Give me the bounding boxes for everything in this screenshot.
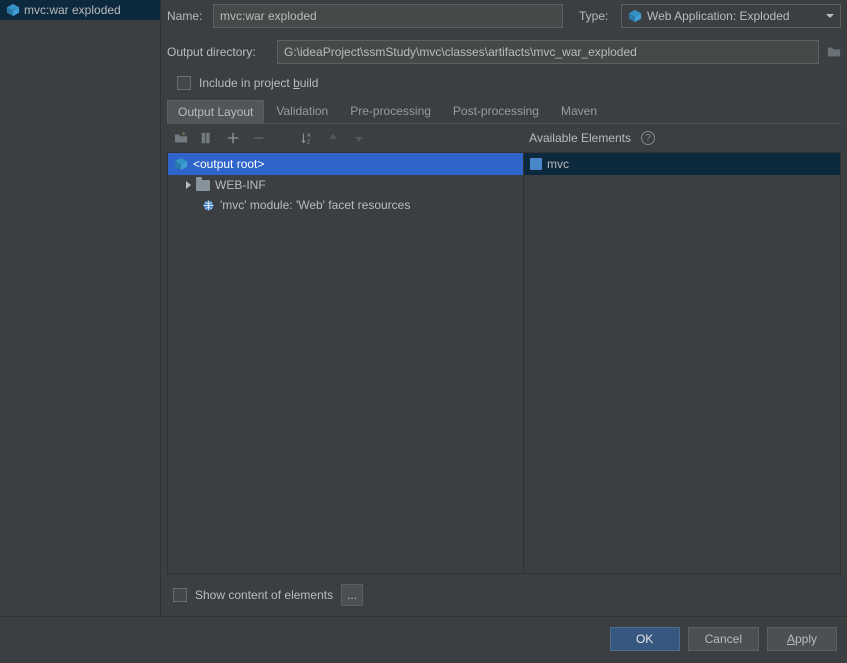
sort-icon[interactable]: AZ <box>299 130 315 146</box>
show-content-label: Show content of elements <box>195 588 333 602</box>
tab-maven[interactable]: Maven <box>551 100 607 123</box>
output-tree-pane[interactable]: <output root> WEB-INF 'mvc' module: 'Web… <box>168 153 524 573</box>
cancel-button[interactable]: Cancel <box>688 627 759 651</box>
web-facet-icon <box>202 199 215 212</box>
show-content-row: Show content of elements ... <box>167 574 841 616</box>
webapp-icon <box>628 9 642 23</box>
expand-icon[interactable] <box>186 181 191 189</box>
tab-validation[interactable]: Validation <box>266 100 338 123</box>
layout-toolbar: AZ Available Elements ? <box>167 124 841 152</box>
name-label: Name: <box>167 9 205 23</box>
tree-root-label: <output root> <box>193 157 264 171</box>
artifact-config-panel: Name: Type: Web Application: Exploded Ou… <box>161 0 847 616</box>
remove-icon[interactable] <box>251 130 267 146</box>
available-elements-label: Available Elements <box>529 131 631 145</box>
new-directory-icon[interactable] <box>199 130 215 146</box>
name-row: Name: Type: Web Application: Exploded <box>167 4 841 28</box>
svg-text:Z: Z <box>307 139 311 145</box>
tree-root[interactable]: <output root> <box>168 153 523 175</box>
layout-content: <output root> WEB-INF 'mvc' module: 'Web… <box>167 152 841 574</box>
artifact-label: mvc:war exploded <box>24 3 121 17</box>
dialog-button-bar: OK Cancel Apply <box>0 616 847 663</box>
move-down-icon[interactable] <box>351 130 367 146</box>
type-value: Web Application: Exploded <box>647 9 790 23</box>
chevron-down-icon <box>826 14 834 18</box>
module-icon <box>530 158 542 170</box>
avail-item-mvc[interactable]: mvc <box>524 153 840 175</box>
name-input[interactable] <box>213 4 563 28</box>
tab-post-processing[interactable]: Post-processing <box>443 100 549 123</box>
avail-mvc-label: mvc <box>547 157 569 171</box>
folder-icon <box>196 180 210 191</box>
show-content-configure-button[interactable]: ... <box>341 584 363 606</box>
outdir-input[interactable] <box>277 40 819 64</box>
outdir-row: Output directory: <box>167 40 841 64</box>
artifact-icon <box>6 3 20 17</box>
svg-text:A: A <box>307 133 311 139</box>
tab-pre-processing[interactable]: Pre-processing <box>340 100 441 123</box>
tree-web-facet-label: 'mvc' module: 'Web' facet resources <box>220 198 410 212</box>
tree-item-web-facet[interactable]: 'mvc' module: 'Web' facet resources <box>168 195 523 215</box>
tab-output-layout[interactable]: Output Layout <box>167 100 264 123</box>
include-build-checkbox[interactable] <box>177 76 191 90</box>
include-build-label: Include in project build <box>199 76 318 90</box>
tabbar: Output Layout Validation Pre-processing … <box>167 100 841 124</box>
browse-folder-icon[interactable] <box>827 45 841 59</box>
add-icon[interactable] <box>225 130 241 146</box>
artifact-root-icon <box>174 157 188 171</box>
show-content-checkbox[interactable] <box>173 588 187 602</box>
apply-button[interactable]: Apply <box>767 627 837 651</box>
move-up-icon[interactable] <box>325 130 341 146</box>
outdir-label: Output directory: <box>167 45 269 59</box>
include-build-row[interactable]: Include in project build <box>177 76 841 90</box>
available-elements-pane[interactable]: mvc <box>524 153 840 573</box>
tree-webinf-label: WEB-INF <box>215 178 266 192</box>
new-folder-icon[interactable] <box>173 130 189 146</box>
help-icon[interactable]: ? <box>641 131 655 145</box>
type-label: Type: <box>579 9 613 23</box>
artifacts-sidebar[interactable]: mvc:war exploded <box>0 0 161 616</box>
ok-button[interactable]: OK <box>610 627 680 651</box>
type-select[interactable]: Web Application: Exploded <box>621 4 841 28</box>
artifact-item[interactable]: mvc:war exploded <box>0 0 160 20</box>
tree-item-webinf[interactable]: WEB-INF <box>168 175 523 195</box>
